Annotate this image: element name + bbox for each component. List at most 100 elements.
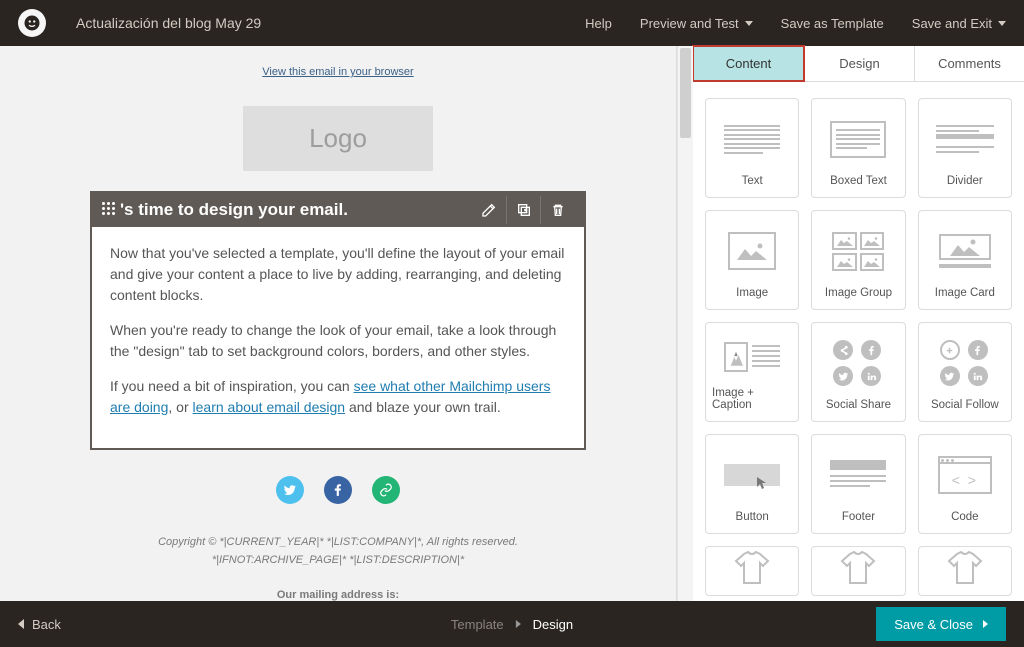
divider-icon <box>936 123 994 156</box>
back-label: Back <box>32 617 61 632</box>
panel-tabs: Content Design Comments <box>693 46 1024 82</box>
block-text[interactable]: Text <box>705 98 799 198</box>
button-icon <box>724 464 780 486</box>
block-label: Image Group <box>825 287 892 299</box>
scroll-thumb[interactable] <box>680 48 691 138</box>
block-label: Text <box>742 175 763 187</box>
code-icon: < > <box>938 456 992 494</box>
footer-merge: *|IFNOT:ARCHIVE_PAGE|* *|LIST:DESCRIPTIO… <box>90 552 586 570</box>
block-code[interactable]: < > Code <box>918 434 1012 534</box>
delete-button[interactable] <box>540 196 574 224</box>
image-caption-icon <box>724 342 780 372</box>
facebook-button[interactable] <box>324 476 352 504</box>
facebook-icon <box>331 483 345 497</box>
block-label: Boxed Text <box>830 175 887 187</box>
link-button[interactable] <box>372 476 400 504</box>
save-close-label: Save & Close <box>894 617 973 632</box>
text-icon <box>724 122 780 156</box>
trash-icon <box>550 202 566 218</box>
chevron-right-icon <box>983 620 988 628</box>
side-panel: Content Design Comments Text Boxed Text … <box>693 46 1024 601</box>
block-partial-2[interactable] <box>811 546 905 596</box>
top-bar: Actualización del blog May 29 Help Previ… <box>0 0 1024 46</box>
block-partial-3[interactable] <box>918 546 1012 596</box>
chevron-right-icon <box>516 620 521 628</box>
footer-icon <box>830 460 886 490</box>
nav-save-exit-label: Save and Exit <box>912 16 992 31</box>
block-body[interactable]: Now that you've selected a template, you… <box>92 227 584 448</box>
nav-preview[interactable]: Preview and Test <box>640 16 753 31</box>
crumb-template[interactable]: Template <box>451 617 504 632</box>
block-label: Social Share <box>826 399 891 411</box>
crumb-design: Design <box>533 617 573 632</box>
block-partial-1[interactable] <box>705 546 799 596</box>
link-email-design[interactable]: learn about email design <box>193 399 346 415</box>
block-image-group[interactable]: Image Group <box>811 210 905 310</box>
block-social-share[interactable]: Social Share <box>811 322 905 422</box>
mailchimp-logo[interactable] <box>18 9 46 37</box>
image-icon <box>728 232 776 270</box>
social-links <box>90 476 586 504</box>
paragraph: Now that you've selected a template, you… <box>110 243 566 306</box>
shirt-icon <box>945 551 985 585</box>
breadcrumb: Template Design <box>451 617 573 632</box>
chevron-down-icon <box>998 21 1006 26</box>
chevron-down-icon <box>745 21 753 26</box>
nav-preview-label: Preview and Test <box>640 16 739 31</box>
email-footer: Copyright © *|CURRENT_YEAR|* *|LIST:COMP… <box>90 534 586 601</box>
block-social-follow[interactable]: Social Follow <box>918 322 1012 422</box>
tab-content[interactable]: Content <box>694 47 803 80</box>
block-label: Code <box>951 511 979 523</box>
nav-save-template[interactable]: Save as Template <box>781 16 884 31</box>
link-icon <box>379 483 393 497</box>
top-nav: Help Preview and Test Save as Template S… <box>585 16 1006 31</box>
paragraph: If you need a bit of inspiration, you ca… <box>110 376 566 418</box>
duplicate-icon <box>516 202 532 218</box>
block-label: Image + Caption <box>712 387 792 411</box>
tab-comments[interactable]: Comments <box>915 46 1024 81</box>
chevron-left-icon <box>18 619 24 629</box>
footer-address-label: Our mailing address is: <box>90 587 586 601</box>
block-heading: 's time to design your email. <box>120 200 348 220</box>
block-toolbar: 's time to design your email. <box>92 193 584 227</box>
drag-handle-icon[interactable] <box>102 202 118 218</box>
block-label: Divider <box>947 175 983 187</box>
block-boxed-text[interactable]: Boxed Text <box>811 98 905 198</box>
logo-placeholder[interactable]: Logo <box>243 106 433 171</box>
paragraph: When you're ready to change the look of … <box>110 320 566 362</box>
twitter-icon <box>283 483 297 497</box>
content-blocks-grid: Text Boxed Text Divider Image <box>693 82 1024 601</box>
tab-design[interactable]: Design <box>805 46 915 81</box>
block-label: Social Follow <box>931 399 999 411</box>
twitter-button[interactable] <box>276 476 304 504</box>
nav-save-exit[interactable]: Save and Exit <box>912 16 1006 31</box>
block-footer[interactable]: Footer <box>811 434 905 534</box>
block-divider[interactable]: Divider <box>918 98 1012 198</box>
image-card-icon <box>939 234 991 268</box>
block-image-card[interactable]: Image Card <box>918 210 1012 310</box>
nav-help[interactable]: Help <box>585 16 612 31</box>
campaign-title: Actualización del blog May 29 <box>76 15 261 31</box>
email-canvas: View this email in your browser Logo 's … <box>0 46 677 601</box>
back-button[interactable]: Back <box>18 617 61 632</box>
social-follow-icon <box>940 340 990 386</box>
canvas-scrollbar[interactable] <box>677 46 693 601</box>
block-image[interactable]: Image <box>705 210 799 310</box>
text-content-block[interactable]: 's time to design your email. Now that y… <box>90 191 586 450</box>
image-group-icon <box>832 232 884 271</box>
pencil-icon <box>481 202 497 218</box>
social-share-icon <box>833 340 883 386</box>
view-in-browser-link[interactable]: View this email in your browser <box>90 66 586 78</box>
block-label: Image Card <box>935 287 995 299</box>
boxed-text-icon <box>830 121 886 158</box>
block-label: Footer <box>842 511 875 523</box>
shirt-icon <box>732 551 772 585</box>
save-close-button[interactable]: Save & Close <box>876 607 1006 641</box>
tab-highlight: Content <box>692 45 805 82</box>
duplicate-button[interactable] <box>506 196 540 224</box>
block-label: Button <box>736 511 769 523</box>
block-button[interactable]: Button <box>705 434 799 534</box>
block-label: Image <box>736 287 768 299</box>
edit-button[interactable] <box>472 196 506 224</box>
block-image-caption[interactable]: Image + Caption <box>705 322 799 422</box>
